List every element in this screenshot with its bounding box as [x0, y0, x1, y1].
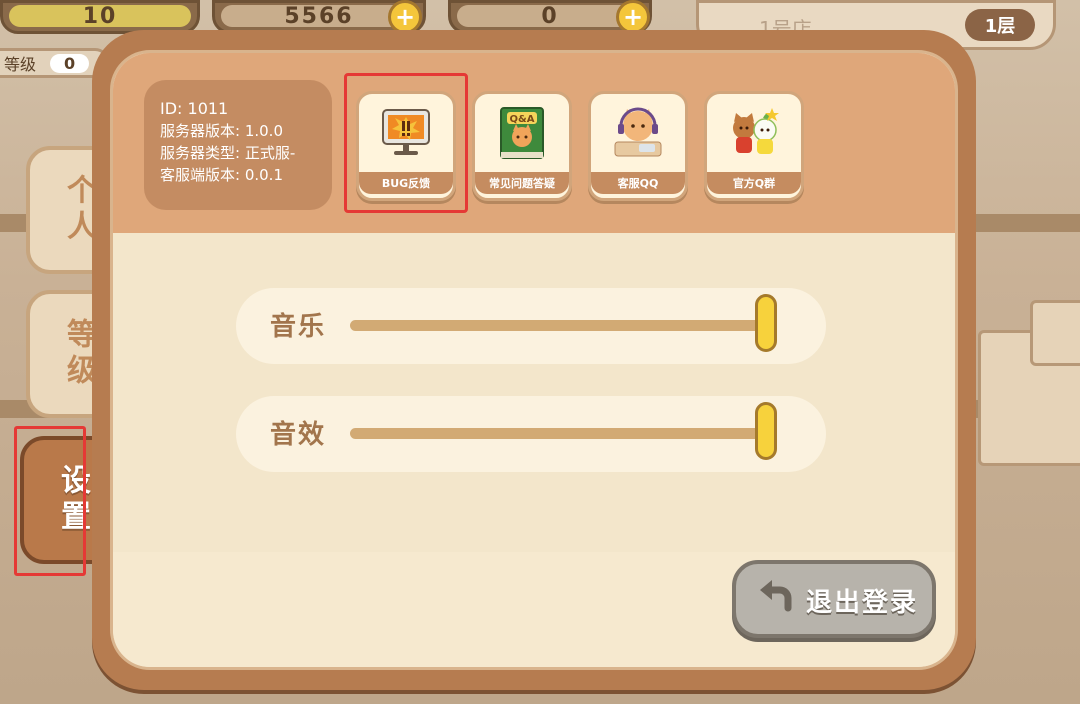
sfx-setting-row: 音效 — [236, 396, 826, 472]
sfx-label: 音效 — [270, 420, 327, 450]
qa-book-icon: Q&A — [500, 107, 544, 159]
client-version: 客服端版本: 0.0.1 — [160, 166, 283, 184]
level-tag-label: 等级 — [4, 55, 37, 74]
version-info-box: ID: 1011 服务器版本: 1.0.0 服务器类型: 正式服- 客服端版本:… — [144, 80, 332, 210]
music-label: 音乐 — [270, 312, 327, 342]
settings-tab-highlight — [14, 426, 86, 576]
music-slider-handle[interactable] — [755, 294, 777, 352]
background-crate — [1030, 300, 1080, 366]
server-version: 服务器版本: 1.0.0 — [160, 122, 283, 140]
music-setting-row: 音乐 — [236, 288, 826, 364]
server-type: 服务器类型: 正式服- — [160, 144, 296, 162]
logout-button[interactable]: 退出登录 — [732, 560, 936, 638]
customer-service-button[interactable]: 客服QQ — [588, 91, 688, 201]
level-pill: 10 — [0, 0, 200, 34]
level-value: 10 — [9, 4, 191, 29]
customer-service-cat-icon — [614, 107, 662, 157]
svg-text:Q&A: Q&A — [510, 114, 535, 125]
floor-button[interactable]: 1层 — [965, 9, 1035, 41]
official-group-label: 官方Q群 — [707, 172, 801, 194]
logout-label: 退出登录 — [806, 588, 919, 618]
faq-button[interactable]: Q&A 常见问题答疑 — [472, 91, 572, 201]
music-slider-track[interactable] — [350, 320, 770, 331]
add-gem-button[interactable]: + — [616, 0, 650, 34]
customer-service-label: 客服QQ — [591, 172, 685, 194]
sfx-slider-track[interactable] — [350, 428, 770, 439]
official-group-button[interactable]: 官方Q群 — [704, 91, 804, 201]
sfx-slider-handle[interactable] — [755, 402, 777, 460]
faq-label: 常见问题答疑 — [475, 172, 569, 194]
level-tag-value: 0 — [50, 53, 90, 73]
bug-report-highlight — [344, 73, 468, 213]
add-fish-button[interactable]: + — [388, 0, 422, 34]
official-group-cats-icon — [733, 108, 779, 154]
return-arrow-icon — [760, 580, 792, 612]
player-id: ID: 1011 — [160, 99, 229, 118]
